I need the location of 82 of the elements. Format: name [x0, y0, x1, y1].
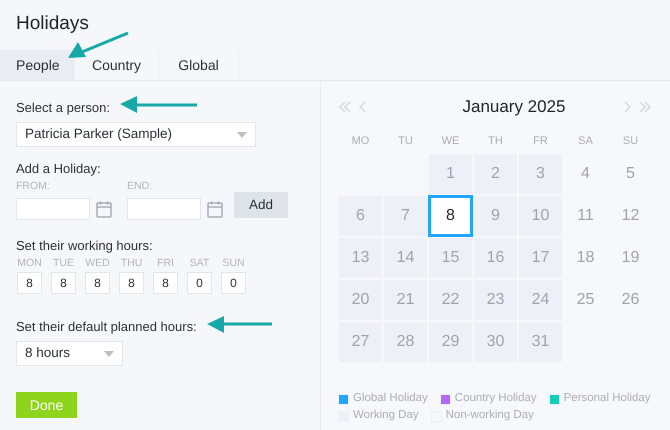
- calendar-day[interactable]: 20: [338, 279, 383, 321]
- calendar-icon[interactable]: [96, 200, 112, 218]
- calendar-day[interactable]: 24: [518, 279, 563, 321]
- month-title: January 2025: [461, 96, 567, 118]
- day-label: MON: [17, 256, 42, 270]
- dialog-title: Holidays: [16, 12, 89, 36]
- double-chevron-left-icon[interactable]: [338, 101, 352, 113]
- day-label: TUE: [53, 256, 74, 270]
- calendar-day[interactable]: 21: [383, 279, 428, 321]
- hours-field[interactable]: 8: [17, 272, 42, 294]
- chevron-left-icon[interactable]: [358, 101, 367, 113]
- caret-icon: [237, 132, 247, 138]
- weekday-label: SA: [577, 134, 594, 149]
- calendar-day[interactable]: 18: [563, 237, 608, 279]
- hours-field[interactable]: 8: [85, 272, 110, 294]
- legend-label: Global Holiday: [353, 391, 428, 406]
- legend-label: Country Holiday: [454, 391, 537, 406]
- weekday-label: FR: [532, 134, 549, 149]
- weekday-label: TH: [487, 134, 504, 149]
- calendar-day[interactable]: 31: [518, 321, 563, 363]
- caret-icon: [104, 350, 114, 356]
- field-label: Add a Holiday:: [16, 160, 102, 177]
- day-label: THU: [120, 256, 142, 270]
- calendar-day[interactable]: 22: [428, 279, 473, 321]
- calendar-day[interactable]: 3: [518, 153, 563, 195]
- legend-label: Personal Holiday: [564, 391, 651, 406]
- field-label: Set their default planned hours:: [16, 318, 197, 335]
- calendar-day[interactable]: 10: [518, 195, 563, 237]
- calendar-day[interactable]: 9: [473, 195, 518, 237]
- annotation-arrow: [68, 32, 129, 58]
- calendar-day[interactable]: 12: [608, 195, 653, 237]
- tab[interactable]: People: [0, 50, 75, 80]
- calendar-day[interactable]: 14: [383, 237, 428, 279]
- weekday-label: WE: [440, 134, 460, 149]
- calendar-icon[interactable]: [207, 200, 223, 218]
- hours-field[interactable]: 0: [221, 272, 246, 294]
- field-label: FROM:: [16, 179, 51, 193]
- calendar-day[interactable]: 29: [428, 321, 473, 363]
- person-dropdown[interactable]: Patricia Parker (Sample): [16, 122, 256, 147]
- calendar-day[interactable]: 11: [563, 195, 608, 237]
- calendar-day[interactable]: 15: [428, 237, 473, 279]
- hours-field[interactable]: 8: [153, 272, 178, 294]
- calendar-day[interactable]: 17: [518, 237, 563, 279]
- calendar-day[interactable]: 1: [428, 153, 473, 195]
- field-label: Set their working hours:: [16, 237, 154, 254]
- hours-field[interactable]: 8: [119, 272, 144, 294]
- day-label: FRI: [157, 256, 174, 270]
- calendar-day[interactable]: 13: [338, 237, 383, 279]
- legend-label: Non-working Day: [446, 408, 534, 424]
- calendar-day[interactable]: 8: [428, 195, 473, 237]
- day-label: SAT: [190, 256, 210, 270]
- weekday-label: MO: [350, 134, 370, 149]
- calendar-day[interactable]: 30: [473, 321, 518, 363]
- weekday-label: TU: [397, 134, 414, 149]
- field-label: END:: [127, 179, 154, 193]
- weekday-label: SU: [622, 134, 640, 149]
- calendar-day[interactable]: 6: [338, 195, 383, 237]
- calendar-day[interactable]: 2: [473, 153, 518, 195]
- calendar-day[interactable]: 7: [383, 195, 428, 237]
- calendar-day[interactable]: 16: [473, 237, 518, 279]
- annotation-arrow: [207, 316, 272, 333]
- legend-label: Working Day: [353, 408, 419, 424]
- calendar-day[interactable]: 26: [608, 279, 653, 321]
- day-label: SUN: [222, 256, 245, 270]
- date-field[interactable]: [16, 198, 90, 220]
- chevron-right-icon[interactable]: [623, 101, 632, 113]
- calendar-day[interactable]: 5: [608, 153, 653, 195]
- calendar-day[interactable]: 28: [383, 321, 428, 363]
- add-button[interactable]: Add: [234, 192, 288, 218]
- double-chevron-right-icon[interactable]: [638, 101, 652, 113]
- day-label: WED: [85, 256, 110, 270]
- hours-field[interactable]: 0: [187, 272, 212, 294]
- calendar-day[interactable]: 23: [473, 279, 518, 321]
- hours-dropdown[interactable]: 8 hours: [16, 341, 123, 366]
- calendar-day[interactable]: 25: [563, 279, 608, 321]
- done-button[interactable]: Done: [16, 392, 77, 418]
- calendar-day[interactable]: 27: [338, 321, 383, 363]
- calendar-day[interactable]: 19: [608, 237, 653, 279]
- date-field[interactable]: [127, 198, 201, 220]
- calendar-day[interactable]: 4: [563, 153, 608, 195]
- field-label: Select a person:: [16, 99, 110, 116]
- hours-field[interactable]: 8: [51, 272, 76, 294]
